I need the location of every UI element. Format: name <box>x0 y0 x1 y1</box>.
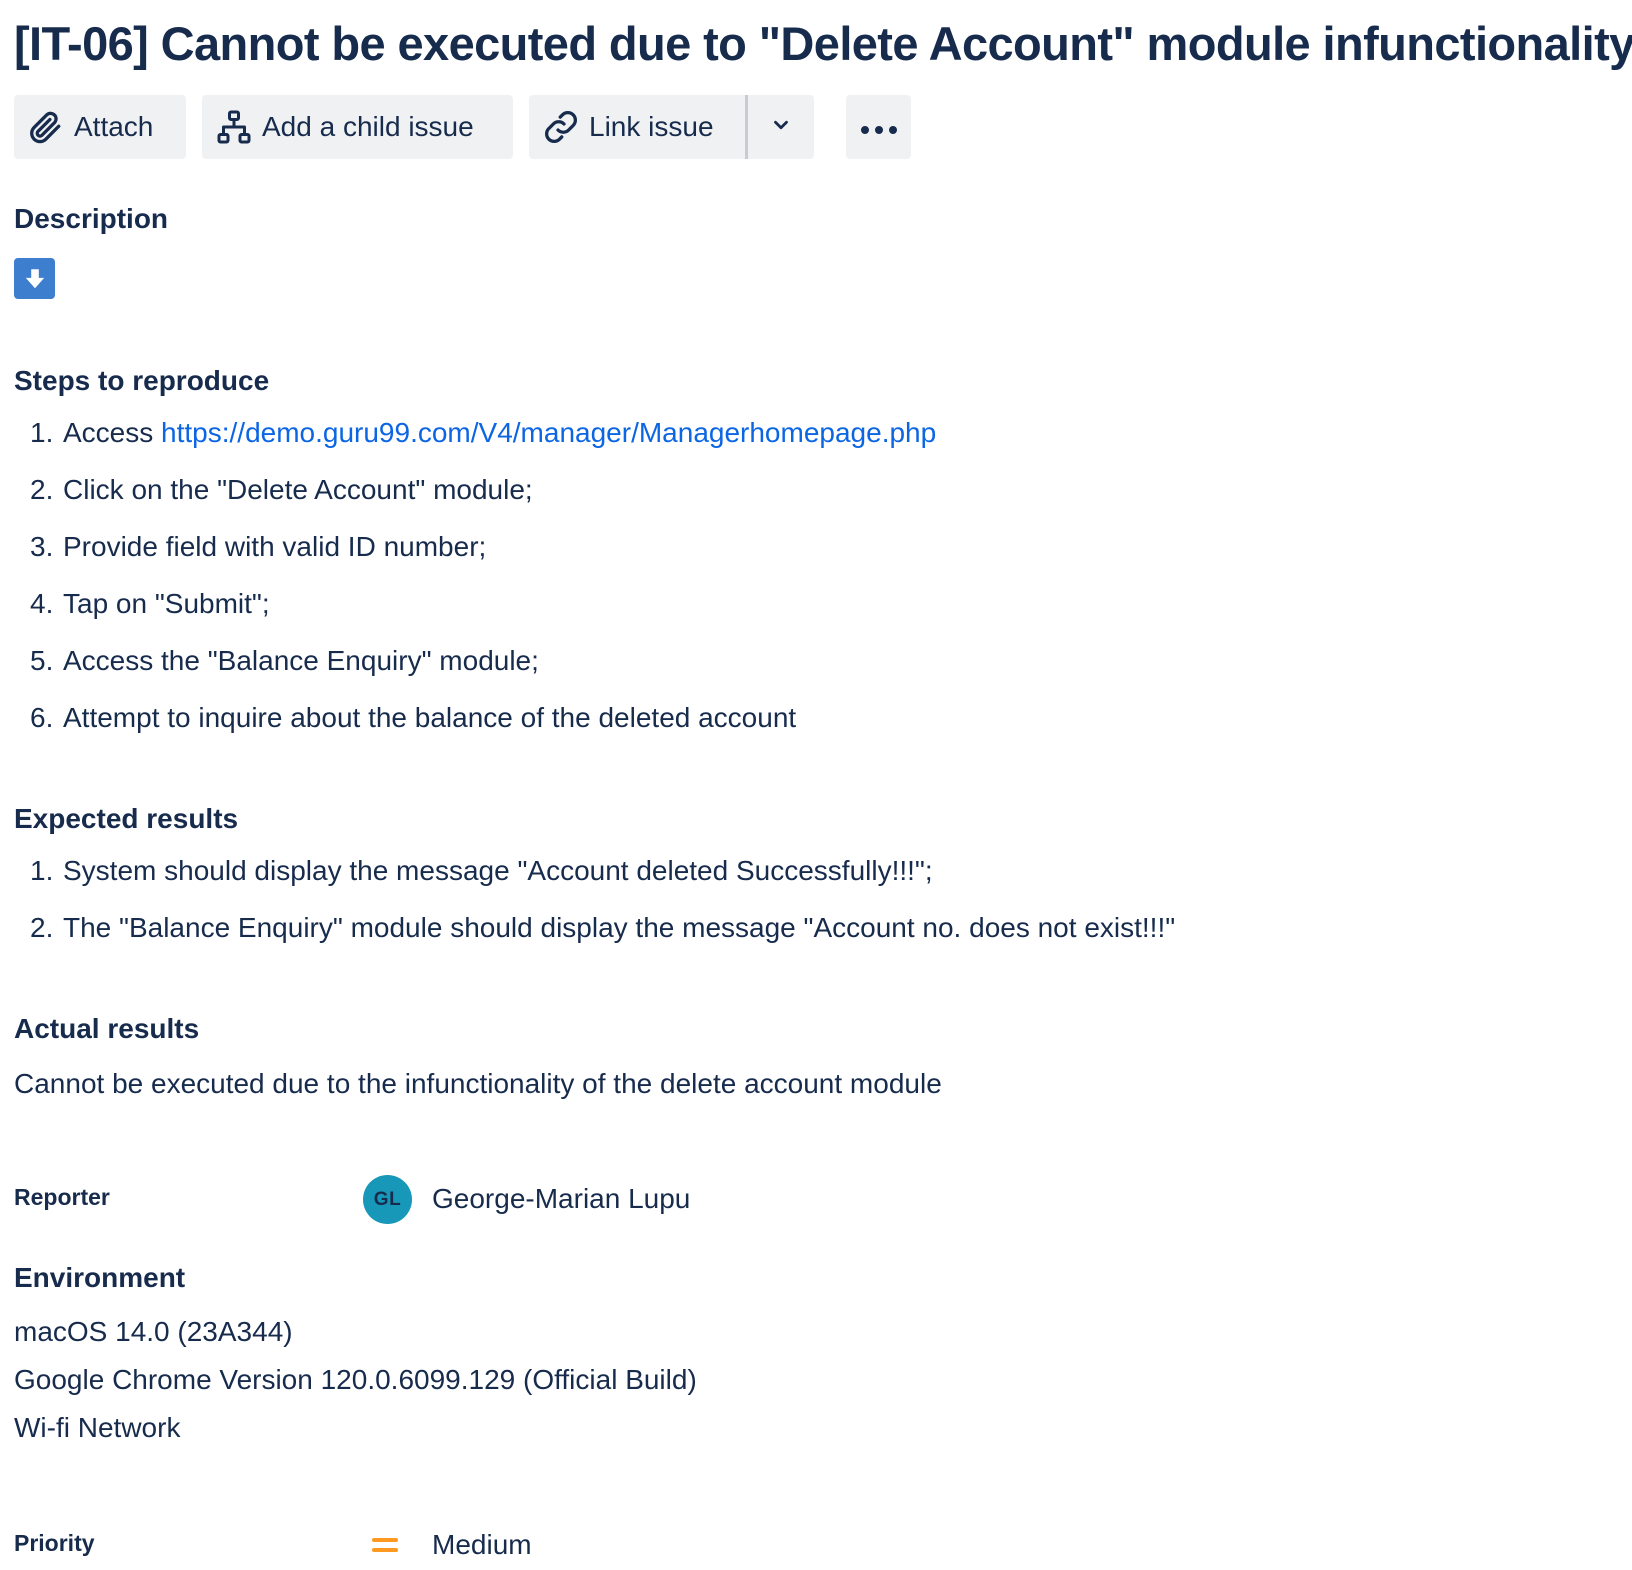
priority-label: Priority <box>14 1530 95 1556</box>
list-item: 1. Access https://demo.guru99.com/V4/man… <box>14 415 936 472</box>
more-horizontal-icon <box>859 111 899 143</box>
list-item-text: Provide field with valid ID number; <box>63 531 487 562</box>
priority-value[interactable]: Medium <box>432 1527 532 1563</box>
steps-heading: Steps to reproduce <box>14 365 270 396</box>
list-item-text: Attempt to inquire about the balance of … <box>63 702 797 733</box>
list-item-number: 3. <box>30 531 54 562</box>
link-issue-split-button: Link issue <box>529 95 814 159</box>
list-item-number: 2. <box>30 474 54 505</box>
environment-line: Google Chrome Version 120.0.6099.129 (Of… <box>14 1364 697 1395</box>
description-heading: Description <box>14 203 169 234</box>
environment-heading: Environment <box>14 1262 186 1293</box>
list-item-number: 2. <box>30 912 54 943</box>
reporter-label: Reporter <box>14 1184 110 1210</box>
issue-toolbar: Attach Add a child issue Link issue <box>14 95 911 159</box>
list-item: 1. System should display the message "Ac… <box>14 853 1175 910</box>
list-item: 6. Attempt to inquire about the balance … <box>14 700 936 757</box>
more-actions-button[interactable] <box>846 95 911 159</box>
list-item-text: Tap on "Submit"; <box>63 588 270 619</box>
expected-results-heading: Expected results <box>14 803 239 834</box>
paperclip-icon <box>26 107 66 147</box>
list-item: 3. Provide field with valid ID number; <box>14 529 936 586</box>
list-item: 4. Tap on "Submit"; <box>14 586 936 643</box>
environment-line: Wi-fi Network <box>14 1412 181 1443</box>
reporter-name[interactable]: George-Marian Lupu <box>432 1181 690 1217</box>
link-issue-button[interactable]: Link issue <box>529 95 748 159</box>
list-item-text: Access the "Balance Enquiry" module; <box>63 645 539 676</box>
link-icon <box>541 107 581 147</box>
manager-homepage-link[interactable]: https://demo.guru99.com/V4/manager/Manag… <box>161 417 936 448</box>
list-item: 5. Access the "Balance Enquiry" module; <box>14 643 936 700</box>
list-item-number: 5. <box>30 645 54 676</box>
attach-button[interactable]: Attach <box>14 95 186 159</box>
add-child-issue-label: Add a child issue <box>262 111 474 142</box>
expected-results-list: 1. System should display the message "Ac… <box>14 853 1175 967</box>
list-item: 2. The "Balance Enquiry" module should d… <box>14 910 1175 967</box>
list-item-number: 4. <box>30 588 54 619</box>
steps-list: 1. Access https://demo.guru99.com/V4/man… <box>14 415 936 757</box>
issue-title[interactable]: [IT-06] Cannot be executed due to "Delet… <box>14 14 1632 74</box>
avatar[interactable]: GL <box>363 1175 412 1224</box>
priority-medium-icon <box>372 1535 398 1555</box>
list-item-text: System should display the message "Accou… <box>63 855 933 886</box>
actual-results-heading: Actual results <box>14 1013 200 1044</box>
list-item-number: 6. <box>30 702 54 733</box>
link-issue-label: Link issue <box>589 111 714 142</box>
chevron-down-icon <box>770 111 792 143</box>
list-item-text: Click on the "Delete Account" module; <box>63 474 533 505</box>
list-item-number: 1. <box>30 855 54 886</box>
link-issue-dropdown-button[interactable] <box>748 95 814 159</box>
environment-line: macOS 14.0 (23A344) <box>14 1316 293 1347</box>
attach-label: Attach <box>74 111 154 142</box>
list-item-text: The "Balance Enquiry" module should disp… <box>63 912 1176 943</box>
actual-results-text: Cannot be executed due to the infunction… <box>14 1068 942 1099</box>
download-icon[interactable] <box>14 258 55 299</box>
hierarchy-icon <box>214 107 254 147</box>
add-child-issue-button[interactable]: Add a child issue <box>202 95 513 159</box>
list-item-text: Access <box>63 417 162 448</box>
list-item-number: 1. <box>30 417 54 448</box>
list-item: 2. Click on the "Delete Account" module; <box>14 472 936 529</box>
